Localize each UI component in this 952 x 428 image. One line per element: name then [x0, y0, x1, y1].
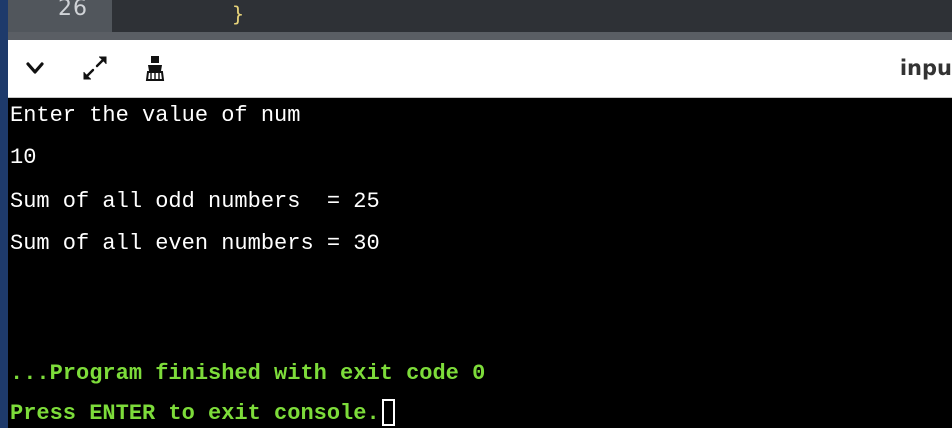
console-output[interactable]: Enter the value of num 10 Sum of all odd…	[8, 98, 952, 428]
chevron-down-icon[interactable]	[20, 50, 50, 86]
exit-prompt-line: Press ENTER to exit console.	[10, 396, 395, 428]
console-line: Sum of all even numbers = 30	[10, 231, 380, 256]
window-left-edge	[0, 0, 8, 428]
input-tab[interactable]: inpu	[900, 56, 952, 80]
line-gutter: 26	[8, 0, 112, 33]
clear-console-icon[interactable]	[140, 50, 170, 86]
code-text: }	[232, 2, 245, 26]
text-cursor	[381, 399, 395, 426]
expand-icon[interactable]	[80, 50, 110, 86]
line-number: 26	[58, 0, 88, 21]
console-toolbar: inpu	[8, 40, 952, 98]
online-compiler-window: 26 } inpu Enter the value of num 10 Sum …	[0, 0, 952, 428]
console-line: 10	[10, 145, 37, 170]
console-line: Sum of all odd numbers = 25	[10, 189, 380, 214]
code-line[interactable]: }	[112, 0, 952, 32]
console-line: Enter the value of num	[10, 103, 301, 128]
exit-status-line: ...Program finished with exit code 0	[10, 361, 486, 386]
panel-splitter[interactable]	[8, 32, 952, 40]
exit-prompt-text: Press ENTER to exit console.	[10, 401, 380, 426]
